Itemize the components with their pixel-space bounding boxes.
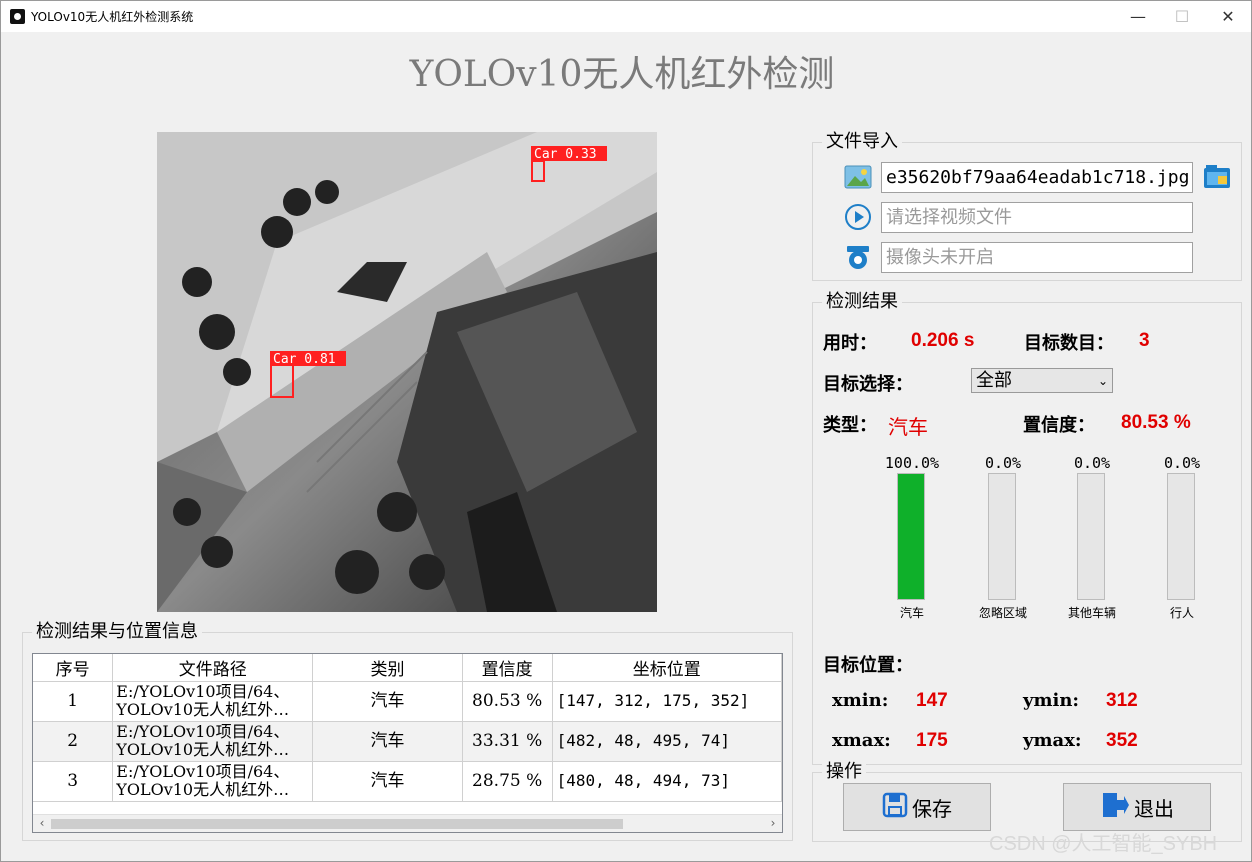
target-select-label: 目标选择：	[823, 374, 913, 395]
cell-path-line1: E:/YOLOv10项目/64、	[116, 722, 290, 741]
exit-label: 退出	[1134, 796, 1174, 821]
table-header-row: 序号 文件路径 类别 置信度 坐标位置	[33, 654, 782, 682]
cell-coords: [482, 48, 495, 74]	[552, 721, 782, 762]
cell-path: E:/YOLOv10项目/64、 YOLOv10无人机红外…	[112, 721, 314, 762]
cell-class: 汽车	[312, 761, 463, 802]
target-select-dropdown[interactable]: 全部 ⌄	[971, 368, 1113, 393]
save-label: 保存	[912, 796, 952, 821]
time-label: 用时：	[823, 333, 877, 354]
ymin-value: 312	[1106, 690, 1138, 711]
horizontal-scrollbar[interactable]: ‹ ›	[33, 814, 782, 832]
cell-path: E:/YOLOv10项目/64、 YOLOv10无人机红外…	[112, 761, 314, 802]
type-value: 汽车	[888, 415, 928, 439]
cell-index: 2	[33, 721, 114, 762]
xmin-value: 147	[916, 690, 948, 711]
scroll-right-icon[interactable]: ›	[765, 816, 781, 830]
exit-icon	[1100, 791, 1130, 824]
class-bar-label: 其他车辆	[1067, 606, 1116, 620]
detection-tag-2: Car 0.81	[273, 352, 336, 367]
target-select-value: 全部	[976, 370, 1012, 391]
thermal-scene: Car 0.33 Car 0.81	[157, 132, 657, 612]
xmin-label: xmin:	[832, 690, 889, 711]
image-file-icon[interactable]	[844, 163, 872, 191]
watermark: CSDN @人工智能_SYBH	[989, 833, 1218, 855]
target-position-label: 目标位置：	[823, 655, 913, 676]
results-table[interactable]: 序号 文件路径 类别 置信度 坐标位置 1 E:/YOLOv10项目/64、 YO…	[32, 653, 783, 833]
camera-icon[interactable]	[844, 243, 872, 271]
file-import-legend: 文件导入	[822, 132, 902, 152]
maximize-button[interactable]: ☐	[1159, 5, 1205, 29]
confidence-label: 置信度：	[1023, 415, 1095, 436]
save-button[interactable]: 保存	[843, 783, 991, 831]
video-path-field[interactable]: 请选择视频文件	[881, 202, 1193, 233]
class-bar-percent: 0.0%	[1073, 454, 1111, 472]
table-row[interactable]: 2 E:/YOLOv10项目/64、 YOLOv10无人机红外… 汽车 33.31…	[33, 721, 782, 762]
cell-path-line2: YOLOv10无人机红外…	[116, 780, 290, 799]
column-header-path[interactable]: 文件路径	[112, 654, 314, 682]
cell-index: 1	[33, 681, 114, 722]
cell-coords: [147, 312, 175, 352]	[552, 681, 782, 722]
class-bar-fill	[898, 474, 924, 599]
operations-legend: 操作	[822, 762, 866, 782]
cell-class: 汽车	[312, 681, 463, 722]
video-play-icon[interactable]	[844, 203, 872, 231]
cell-path-line1: E:/YOLOv10项目/64、	[116, 762, 290, 781]
save-icon	[882, 792, 908, 823]
table-row[interactable]: 1 E:/YOLOv10项目/64、 YOLOv10无人机红外… 汽车 80.53…	[33, 681, 782, 722]
exit-button[interactable]: 退出	[1063, 783, 1211, 831]
camera-status-field[interactable]: 摄像头未开启	[881, 242, 1193, 273]
cell-path-line1: E:/YOLOv10项目/64、	[116, 682, 290, 701]
results-table-legend: 检测结果与位置信息	[32, 622, 202, 642]
cell-path-line2: YOLOv10无人机红外…	[116, 700, 290, 719]
class-bar-percent: 100.0%	[884, 454, 940, 472]
time-value: 0.206 s	[911, 330, 975, 351]
target-count-label: 目标数目：	[1024, 333, 1114, 354]
ymax-label: ymax:	[1023, 730, 1082, 751]
ymax-value: 352	[1106, 730, 1138, 751]
column-header-class[interactable]: 类别	[312, 654, 463, 682]
detection-result-legend: 检测结果	[822, 292, 902, 312]
cell-coords: [480, 48, 494, 73]	[552, 761, 782, 802]
detection-image: Car 0.33 Car 0.81	[157, 132, 657, 612]
type-label: 类型：	[823, 415, 877, 436]
page-title: YOLOv10无人机红外检测	[409, 54, 835, 95]
class-bar-track	[1077, 473, 1105, 600]
open-folder-icon[interactable]	[1202, 162, 1232, 190]
table-row[interactable]: 3 E:/YOLOv10项目/64、 YOLOv10无人机红外… 汽车 28.75…	[33, 761, 782, 802]
column-header-index[interactable]: 序号	[33, 654, 114, 682]
class-bar-percent: 0.0%	[984, 454, 1022, 472]
app-window: YOLOv10无人机红外检测系统 — ☐ ✕ YOLOv10无人机红外检测 Ca…	[0, 0, 1252, 862]
column-header-coords[interactable]: 坐标位置	[552, 654, 782, 682]
app-icon	[10, 9, 25, 24]
confidence-value: 80.53 %	[1121, 412, 1191, 433]
cell-index: 3	[33, 761, 114, 802]
cell-confidence: 80.53 %	[462, 681, 553, 722]
cell-path: E:/YOLOv10项目/64、 YOLOv10无人机红外…	[112, 681, 314, 722]
chevron-down-icon: ⌄	[1097, 374, 1108, 388]
scroll-left-icon[interactable]: ‹	[34, 816, 50, 830]
ymin-label: ymin:	[1023, 690, 1080, 711]
class-bar-label: 汽车	[899, 606, 924, 620]
xmax-value: 175	[916, 730, 948, 751]
window-title: YOLOv10无人机红外检测系统	[31, 10, 194, 24]
xmax-label: xmax:	[832, 730, 891, 751]
scrollbar-thumb[interactable]	[51, 819, 623, 829]
class-bar-track	[1167, 473, 1195, 600]
class-bar-label: 忽略区域	[978, 606, 1027, 620]
cell-class: 汽车	[312, 721, 463, 762]
class-bar-label: 行人	[1169, 606, 1194, 620]
class-bar-track	[897, 473, 925, 600]
close-button[interactable]: ✕	[1205, 5, 1251, 29]
detection-tag-1: Car 0.33	[534, 147, 597, 162]
cell-confidence: 33.31 %	[462, 721, 553, 762]
target-count-value: 3	[1139, 330, 1150, 351]
class-bar-track	[988, 473, 1016, 600]
image-path-field[interactable]: e35620bf79aa64eadab1c718.jpg	[881, 162, 1193, 193]
title-bar: YOLOv10无人机红外检测系统 — ☐ ✕	[1, 1, 1251, 32]
minimize-button[interactable]: —	[1115, 5, 1161, 29]
class-bar-percent: 0.0%	[1163, 454, 1201, 472]
cell-path-line2: YOLOv10无人机红外…	[116, 740, 290, 759]
column-header-confidence[interactable]: 置信度	[462, 654, 553, 682]
cell-confidence: 28.75 %	[462, 761, 553, 802]
